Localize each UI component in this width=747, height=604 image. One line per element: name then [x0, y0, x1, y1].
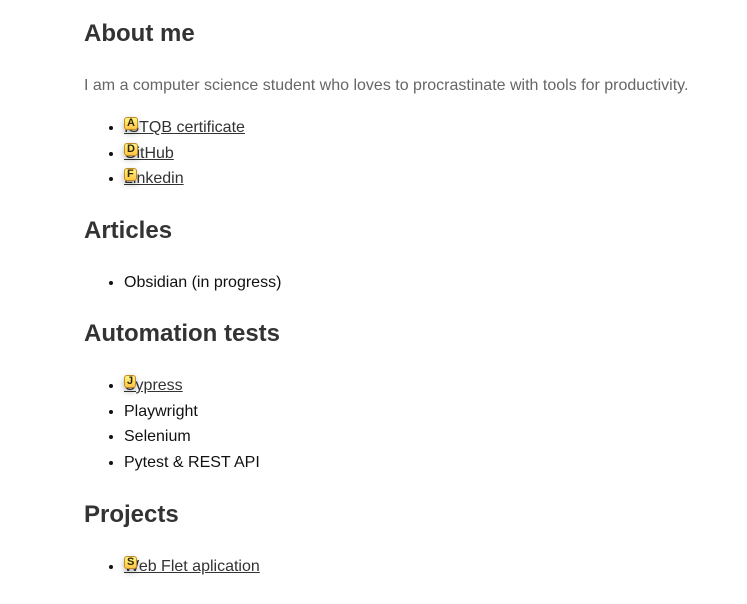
link-hint-badge[interactable]: J: [124, 375, 137, 388]
automation-tests-list: J Cypress Playwright Selenium Pytest & R…: [84, 373, 260, 475]
list-item: A ISTQB certificate: [124, 115, 245, 141]
list-item: Pytest & REST API: [124, 450, 260, 476]
web-flet-application-link[interactable]: Web Flet aplication: [124, 558, 260, 575]
list-item: S Web Flet aplication: [124, 554, 260, 580]
link-hint-badge[interactable]: S: [124, 556, 138, 569]
list-item: Obsidian (in progress): [124, 270, 281, 296]
link-hint-badge[interactable]: D: [124, 142, 138, 156]
list-item: J Cypress: [124, 373, 260, 399]
list-item: F Linkedin: [124, 166, 245, 192]
automation-tests-heading: Automation tests: [84, 320, 281, 347]
about-me-intro: I am a computer science student who love…: [84, 77, 689, 94]
about-links-list: A ISTQB certificate D GitHub F Linkedin: [84, 115, 245, 192]
list-item: Selenium: [124, 424, 260, 450]
list-item: Playwright: [124, 399, 260, 425]
projects-list: S Web Flet aplication: [84, 554, 260, 580]
link-hint-badge[interactable]: A: [124, 117, 138, 130]
list-item: D GitHub: [124, 141, 245, 167]
link-hint-badge[interactable]: F: [124, 168, 137, 181]
istqb-certificate-link[interactable]: ISTQB certificate: [124, 119, 245, 136]
projects-heading: Projects: [84, 501, 179, 528]
articles-list: Obsidian (in progress): [84, 270, 281, 296]
about-me-heading: About me: [84, 20, 195, 47]
articles-heading: Articles: [84, 217, 173, 244]
